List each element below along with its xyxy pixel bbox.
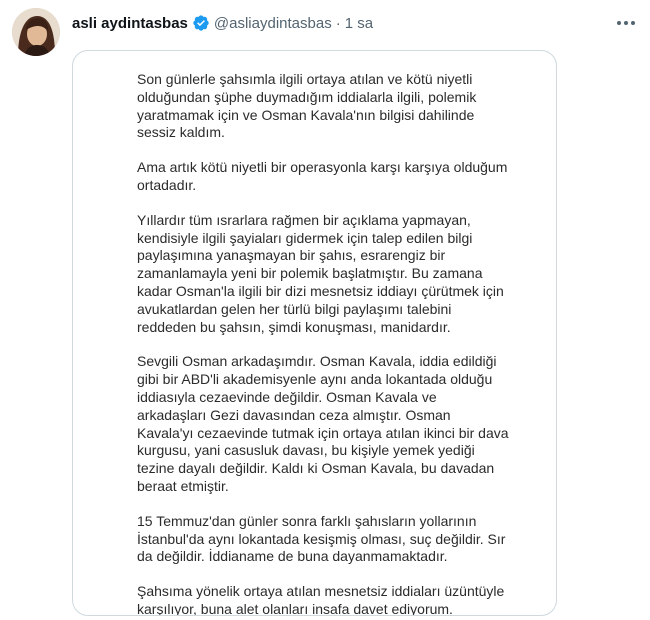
statement-paragraph-6: Şahsıma yönelik ortaya atılan mesnetsiz … [137,583,505,616]
author-handle[interactable]: @asliaydintasbas [214,15,332,32]
statement-paragraph-2: Ama artık kötü niyetli bir operasyonla k… [137,159,508,193]
avatar-photo [12,8,60,56]
tweet-media-image[interactable]: Son günlerle şahsımla ilgili ortaya atıl… [72,50,557,616]
statement-paragraph-4: Sevgili Osman arkadaşımdır. Osman Kavala… [137,353,509,494]
statement-paragraph-5: 15 Temmuz'dan günler sonra farklı şahısl… [137,512,506,565]
header-separator: · [335,14,341,32]
tweet-header: asli aydintasbas @asliaydintasbas · 1 sa [72,12,640,34]
author-display-name[interactable]: asli aydintasbas [72,15,188,32]
statement-paragraph-1: Son günlerle şahsımla ilgili ortaya atıl… [137,71,477,141]
statement-paragraph-3: Yıllardır tüm ısrarlara rağmen bir açıkl… [137,211,504,335]
avatar[interactable] [12,8,60,56]
more-options-icon[interactable] [614,14,638,32]
verified-badge-icon [192,14,210,32]
tweet-timestamp[interactable]: 1 sa [345,15,373,32]
statement-document: Son günlerle şahsımla ilgili ortaya atıl… [137,71,509,616]
